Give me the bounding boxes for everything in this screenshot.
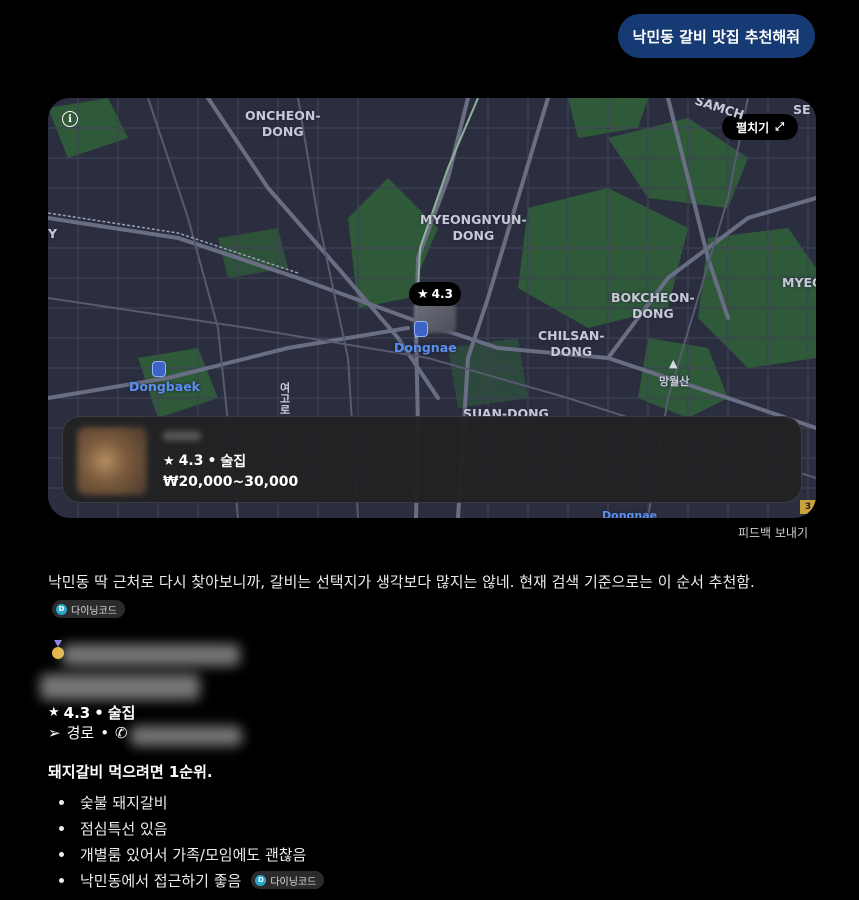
subway-station-icon[interactable] [414, 321, 428, 337]
list-item: 낙민동에서 접근하기 좋음 D 다이닝코드 [48, 867, 325, 893]
station-label-dongbaek[interactable]: Dongbaek [129, 379, 200, 394]
info-icon[interactable]: i [62, 111, 78, 127]
map-label-oncheon: ONCHEON- DONG [245, 108, 321, 140]
place-name-redacted [163, 431, 201, 441]
separator-dot: • [100, 723, 110, 742]
map-label-line: BOKCHEON- [611, 290, 695, 305]
map-label-se: SE [793, 102, 811, 117]
place-category: 술집 [220, 454, 247, 470]
map-label-line: ONCHEON- [245, 108, 321, 123]
station-label-dongnae[interactable]: Dongnae [394, 340, 457, 355]
list-item: 개별룸 있어서 가족/모임에도 괜찮음 [48, 841, 324, 867]
map-label-mangwolsan: 망월산 [659, 375, 690, 388]
map-label-y: Y [48, 226, 58, 241]
map-label-line: DONG [261, 124, 304, 139]
result-rating: 4.3 [63, 703, 91, 722]
source-chip[interactable]: D 다이닝코드 [52, 600, 125, 618]
map-label-chilsan: CHILSAN- DONG [538, 328, 605, 360]
source-chip-label: 다이닝코드 [270, 876, 317, 888]
route-link[interactable]: 경로 [67, 722, 95, 743]
phone-number-redacted [130, 726, 242, 746]
map-label-dongnae-bottom: Dongnae [602, 509, 658, 518]
answer-intro: 낙민동 딱 근처로 다시 찾아보니까, 갈비는 선택지가 생각보다 많지는 않네… [48, 573, 755, 591]
map-label-myeongnyun: MYEONGNYUN- DONG [420, 212, 527, 244]
mountain-icon: ▲ [669, 357, 678, 370]
place-card[interactable]: ★ 4.3 • 술집 ₩20,000~30,000 [62, 416, 802, 503]
map-label-bokcheon: BOKCHEON- DONG [611, 290, 695, 322]
list-item-text: 숯불 돼지갈비 [80, 793, 168, 812]
expand-icon: ⤢ [775, 120, 784, 133]
place-rating-row: ★ 4.3 • 술집 [163, 451, 246, 471]
star-icon: ★ [417, 286, 429, 302]
restaurant-map-pin[interactable]: ★ 4.3 [409, 282, 461, 306]
list-item-text: 점심특선 있음 [80, 819, 168, 838]
recommendation-highlight: 돼지갈비 먹으려면 1순위. [48, 763, 213, 781]
result-actions-row: ➢ 경로 • ✆ [48, 722, 128, 743]
source-logo-icon: D [56, 603, 67, 615]
source-logo-icon: D [255, 874, 267, 886]
subway-station-icon[interactable] [152, 361, 166, 377]
star-icon: ★ [163, 453, 175, 469]
star-icon: ★ [48, 705, 60, 720]
navigation-arrow-icon[interactable]: ➢ [48, 724, 61, 742]
source-chip[interactable]: D 다이닝코드 [251, 871, 325, 889]
result-rating-row: ★ 4.3 • 술집 [48, 702, 135, 723]
result-title-redacted [62, 644, 240, 666]
result-category: 술집 [107, 704, 136, 722]
result-address-redacted [40, 674, 200, 700]
map-card[interactable]: i 펼치기 ⤢ ONCHEON- DONG MYEONGNYUN- DONG B… [48, 98, 816, 518]
pin-rating: 4.3 [431, 287, 453, 301]
place-thumbnail[interactable] [77, 427, 147, 495]
map-label-line: DONG [550, 344, 593, 359]
map-label-line: DONG [632, 306, 674, 321]
place-rating: 4.3 [178, 453, 204, 469]
separator-dot: • [94, 703, 104, 722]
source-chip-label: 다이닝코드 [71, 605, 117, 617]
feature-list: 숯불 돼지갈비 점심특선 있음 개별룸 있어서 가족/모임에도 괜찮음 낙민동에… [48, 789, 325, 893]
map-label-line: MYEONGNYUN- [420, 212, 527, 227]
list-item-text: 낙민동에서 접근하기 좋음 [80, 871, 242, 890]
map-label-line: CHILSAN- [538, 328, 605, 343]
feedback-link[interactable]: 피드백 보내기 [738, 524, 808, 541]
map-label-line: DONG [452, 228, 495, 243]
place-price: ₩20,000~30,000 [163, 474, 299, 490]
list-item: 숯불 돼지갈비 [48, 789, 324, 815]
list-item: 점심특선 있음 [48, 815, 324, 841]
map-label-myeo: MYEO [782, 275, 816, 290]
user-message-bubble: 낙민동 갈비 맛집 추천해줘 [617, 14, 815, 58]
map-label-road: 여고로 [278, 382, 291, 415]
separator-dot: • [207, 453, 217, 469]
route-badge: 3 [800, 500, 816, 514]
phone-icon[interactable]: ✆ [115, 724, 128, 742]
list-item-text: 개별룸 있어서 가족/모임에도 괜찮음 [80, 845, 307, 864]
